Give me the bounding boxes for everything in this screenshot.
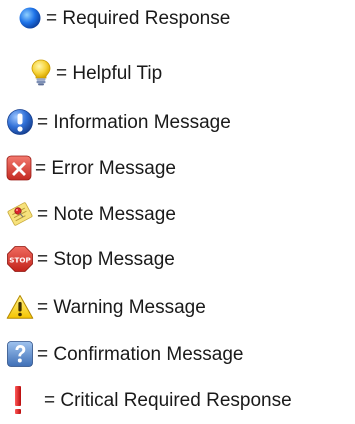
red-exclamation-icon xyxy=(14,385,22,415)
stop-sign-text: STOP xyxy=(9,255,30,264)
legend-item-warning-message: = Warning Message xyxy=(0,289,206,325)
legend-item-stop-message: STOP = Stop Message xyxy=(0,241,175,277)
info-icon xyxy=(6,108,34,136)
legend-label: = Helpful Tip xyxy=(56,62,163,84)
legend-label: = Confirmation Message xyxy=(37,343,244,365)
legend-label: = Warning Message xyxy=(37,296,206,318)
legend-item-note-message: = Note Message xyxy=(0,196,176,232)
error-x-icon xyxy=(6,155,32,181)
legend-label: = Required Response xyxy=(46,7,231,29)
legend-item-confirmation-message: = Confirmation Message xyxy=(0,336,243,372)
legend-item-required-response: = Required Response xyxy=(0,0,230,36)
legend-item-critical-required-response: = Critical Required Response xyxy=(0,382,292,418)
question-icon xyxy=(6,340,34,368)
legend-item-helpful-tip: = Helpful Tip xyxy=(0,55,162,91)
legend-label: = Note Message xyxy=(37,203,176,225)
legend-label: = Critical Required Response xyxy=(44,389,292,411)
warning-triangle-icon xyxy=(6,294,34,320)
legend-label: = Stop Message xyxy=(37,248,175,270)
legend-label: = Information Message xyxy=(37,111,231,133)
stop-sign-icon: STOP xyxy=(6,245,34,273)
note-icon xyxy=(6,200,34,228)
lightbulb-icon xyxy=(30,59,52,87)
blue-dot-icon xyxy=(18,6,42,30)
icon-legend: = Required Response = Helpful Tip = Info… xyxy=(0,0,355,424)
legend-item-error-message: = Error Message xyxy=(0,150,176,186)
legend-label: = Error Message xyxy=(35,157,176,179)
legend-item-information-message: = Information Message xyxy=(0,104,231,140)
